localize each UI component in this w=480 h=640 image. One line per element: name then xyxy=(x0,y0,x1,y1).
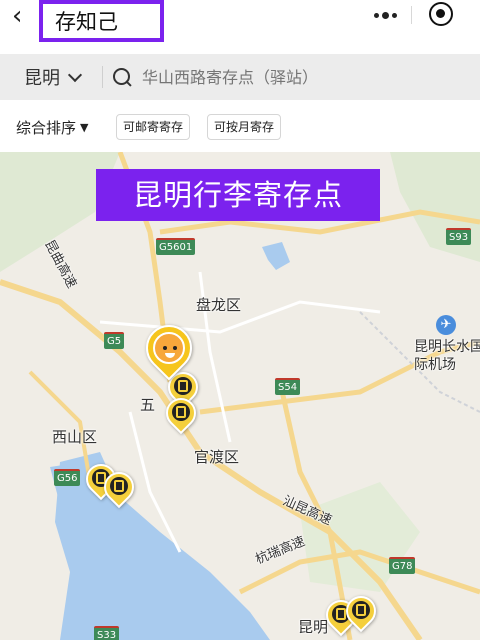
district-label-guandu: 官渡区 xyxy=(194,448,240,466)
storage-pin[interactable] xyxy=(97,465,141,512)
road-shield-g5601: G5601 xyxy=(156,238,196,255)
filter-bar: 综合排序 ▼ 可邮寄寄存 可按月寄存 xyxy=(0,100,480,152)
tiger-avatar-icon xyxy=(153,332,185,364)
district-label-xishan: 西山区 xyxy=(52,428,98,446)
airport-label: 昆明长水国际机场 xyxy=(414,339,480,373)
filter-chip-monthly[interactable]: 可按月寄存 xyxy=(207,114,282,140)
page-title: 存知己 xyxy=(55,10,118,34)
city-select[interactable]: 昆明 xyxy=(24,64,83,90)
city-label: 昆明 xyxy=(24,68,60,89)
luggage-icon xyxy=(114,480,124,492)
luggage-icon xyxy=(356,604,366,616)
search-icon xyxy=(113,68,133,88)
district-label-wuhua: 五 xyxy=(140,396,156,414)
district-label-kunming: 昆明 xyxy=(298,618,329,636)
search-input[interactable] xyxy=(142,64,462,90)
search-divider xyxy=(102,66,103,88)
capsule-divider xyxy=(411,6,412,24)
storage-pin[interactable] xyxy=(159,391,203,438)
road-shield-s93: S93 xyxy=(446,228,472,245)
map-banner: 昆明行李寄存点 xyxy=(96,169,380,221)
current-location-pin[interactable] xyxy=(136,315,202,389)
caret-down-icon: ▼ xyxy=(80,121,89,134)
sort-label: 综合排序 xyxy=(16,119,77,137)
miniprogram-capsule xyxy=(353,0,470,30)
app-screen: ‹ 存知己 昆明 综合排序 ▼ 可邮寄寄存 可按月寄存 xyxy=(0,0,480,640)
map-view[interactable]: 昆明行李寄存点 盘龙区 五 西山区 官渡区 昆明 ✈ 昆明长水国际机场 G560… xyxy=(0,152,480,640)
road-shield-g78: G78 xyxy=(389,557,416,574)
back-icon[interactable]: ‹ xyxy=(12,3,38,30)
filter-chip-mail[interactable]: 可邮寄寄存 xyxy=(116,114,191,140)
luggage-icon xyxy=(176,406,186,418)
sort-select[interactable]: 综合排序 ▼ xyxy=(16,117,88,138)
chevron-down-icon xyxy=(67,67,83,82)
nav-bar: ‹ 存知己 xyxy=(0,0,480,54)
road-shield-g5: G5 xyxy=(104,332,125,349)
district-label-panlong: 盘龙区 xyxy=(196,296,242,314)
road-shield-g56: G56 xyxy=(54,469,81,486)
more-icon[interactable] xyxy=(367,3,403,27)
close-target-icon[interactable] xyxy=(429,2,453,26)
search-bar: 昆明 xyxy=(0,54,480,100)
road-shield-s33: S33 xyxy=(94,626,120,640)
road-shield-s54: S54 xyxy=(275,378,301,395)
airport-icon: ✈ xyxy=(436,315,456,335)
luggage-icon xyxy=(336,608,346,620)
title-highlight-box: 存知己 xyxy=(39,0,164,42)
storage-pin[interactable] xyxy=(339,589,383,636)
